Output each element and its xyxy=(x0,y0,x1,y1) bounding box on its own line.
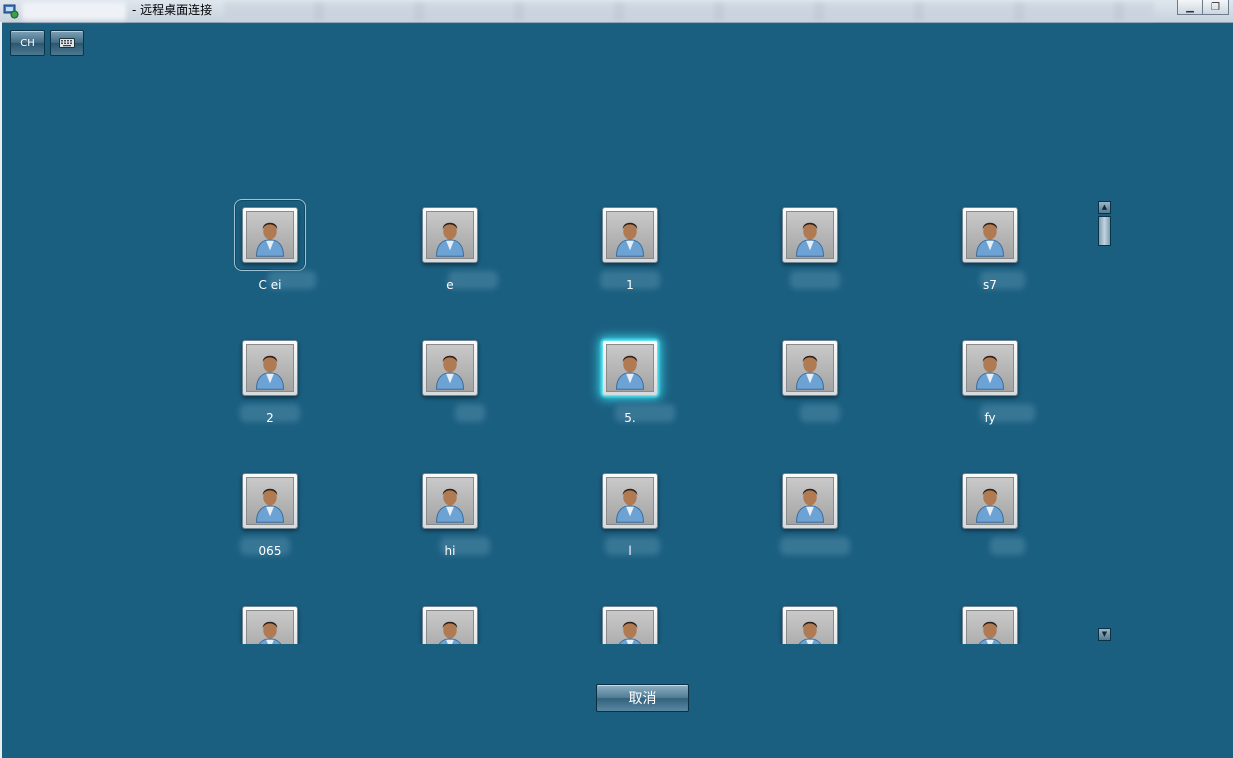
user-avatar-frame xyxy=(962,606,1018,644)
user-avatar-icon xyxy=(436,222,464,257)
scroll-thumb[interactable] xyxy=(1098,216,1111,246)
user-tile[interactable] xyxy=(930,594,1050,644)
minimize-button[interactable]: ▁ xyxy=(1177,0,1203,15)
user-tile[interactable] xyxy=(930,461,1050,571)
user-avatar-icon xyxy=(616,222,644,257)
user-avatar-frame xyxy=(602,340,658,396)
user-avatar-icon xyxy=(616,355,644,390)
name-blur xyxy=(990,537,1025,555)
scroll-up-icon: ▲ xyxy=(1101,203,1108,211)
user-tile-grid: C ei e 1 s7 2 5. fy 065 hi l xyxy=(180,195,1080,644)
user-avatar-icon xyxy=(616,488,644,523)
user-avatar-icon xyxy=(618,621,642,644)
user-avatar-frame xyxy=(962,207,1018,263)
user-tile[interactable]: hi xyxy=(390,461,510,571)
cancel-button[interactable]: 取消 xyxy=(596,684,689,712)
user-avatar-frame xyxy=(602,473,658,529)
user-name-label: fy xyxy=(984,411,996,425)
user-avatar-icon xyxy=(258,621,282,644)
scroll-down-button[interactable]: ▼ xyxy=(1098,628,1111,641)
user-avatar-icon xyxy=(976,222,1004,257)
user-tile[interactable]: C ei xyxy=(210,195,330,305)
user-avatar-frame xyxy=(242,207,298,263)
user-name-label: 2 xyxy=(266,411,274,425)
user-avatar-icon xyxy=(976,355,1004,390)
user-tile[interactable] xyxy=(750,195,870,305)
user-avatar-frame xyxy=(602,606,658,644)
user-avatar-icon xyxy=(438,621,462,644)
user-tile[interactable] xyxy=(750,594,870,644)
user-tile[interactable]: e xyxy=(390,195,510,305)
name-blur xyxy=(455,404,485,422)
language-button[interactable]: CH xyxy=(10,30,45,56)
name-blur xyxy=(780,537,850,555)
window-border xyxy=(0,22,2,758)
user-avatar-frame xyxy=(422,207,478,263)
title-bar: - 远程桌面连接 ▁ ❐ xyxy=(0,0,1233,23)
scroll-down-icon: ▼ xyxy=(1101,630,1108,638)
user-tile[interactable]: fy xyxy=(930,328,1050,438)
remote-desktop-icon xyxy=(3,4,19,19)
minimize-icon: ▁ xyxy=(1186,1,1194,13)
restore-icon: ❐ xyxy=(1211,1,1220,13)
user-name-label: l xyxy=(628,544,632,558)
user-avatar-frame xyxy=(602,207,658,263)
user-avatar-icon xyxy=(796,222,824,257)
user-tile[interactable] xyxy=(570,594,690,644)
user-tile[interactable] xyxy=(750,328,870,438)
user-name-label: C ei xyxy=(258,278,282,292)
user-tile[interactable]: 065 xyxy=(210,461,330,571)
user-tile[interactable] xyxy=(390,594,510,644)
user-avatar-frame xyxy=(242,473,298,529)
window-title: - 远程桌面连接 xyxy=(132,3,213,17)
user-tile[interactable] xyxy=(390,328,510,438)
user-avatar-icon xyxy=(436,488,464,523)
taskbar-tabs-blur xyxy=(224,2,1154,20)
user-tile[interactable]: 2 xyxy=(210,328,330,438)
user-avatar-frame xyxy=(242,606,298,644)
user-avatar-icon xyxy=(796,355,824,390)
user-name-label: 065 xyxy=(258,544,282,558)
user-avatar-frame xyxy=(242,340,298,396)
user-tile[interactable]: 5. xyxy=(570,328,690,438)
user-avatar-icon xyxy=(796,488,824,523)
user-avatar-frame xyxy=(782,207,838,263)
user-avatar-icon xyxy=(798,621,822,644)
user-avatar-icon xyxy=(256,488,284,523)
keyboard-icon xyxy=(59,38,75,48)
user-avatar-icon xyxy=(256,222,284,257)
user-tile[interactable] xyxy=(750,461,870,571)
user-avatar-frame xyxy=(962,473,1018,529)
user-avatar-frame xyxy=(782,473,838,529)
user-tile[interactable] xyxy=(210,594,330,644)
user-tile[interactable]: l xyxy=(570,461,690,571)
user-name-label: s7 xyxy=(983,278,997,292)
scroll-up-button[interactable]: ▲ xyxy=(1098,201,1111,214)
user-avatar-icon xyxy=(976,488,1004,523)
name-blur xyxy=(800,404,840,422)
language-label: CH xyxy=(20,37,35,49)
name-blur xyxy=(790,271,840,289)
user-name-label: 5. xyxy=(624,411,636,425)
user-avatar-frame xyxy=(422,606,478,644)
window-controls: ▁ ❐ xyxy=(1177,0,1229,15)
user-name-label: hi xyxy=(444,544,456,558)
user-name-label: e xyxy=(446,278,454,292)
user-tile[interactable]: 1 xyxy=(570,195,690,305)
user-avatar-frame xyxy=(422,340,478,396)
user-avatar-frame xyxy=(782,340,838,396)
user-tile[interactable]: s7 xyxy=(930,195,1050,305)
keyboard-button[interactable] xyxy=(50,30,84,56)
restore-button[interactable]: ❐ xyxy=(1203,0,1229,15)
user-avatar-frame xyxy=(782,606,838,644)
cancel-label: 取消 xyxy=(628,691,657,707)
title-blur xyxy=(22,2,126,20)
user-avatar-icon xyxy=(256,355,284,390)
user-avatar-frame xyxy=(962,340,1018,396)
user-avatar-frame xyxy=(422,473,478,529)
user-avatar-icon xyxy=(436,355,464,390)
user-name-label: 1 xyxy=(626,278,634,292)
user-avatar-icon xyxy=(978,621,1002,644)
